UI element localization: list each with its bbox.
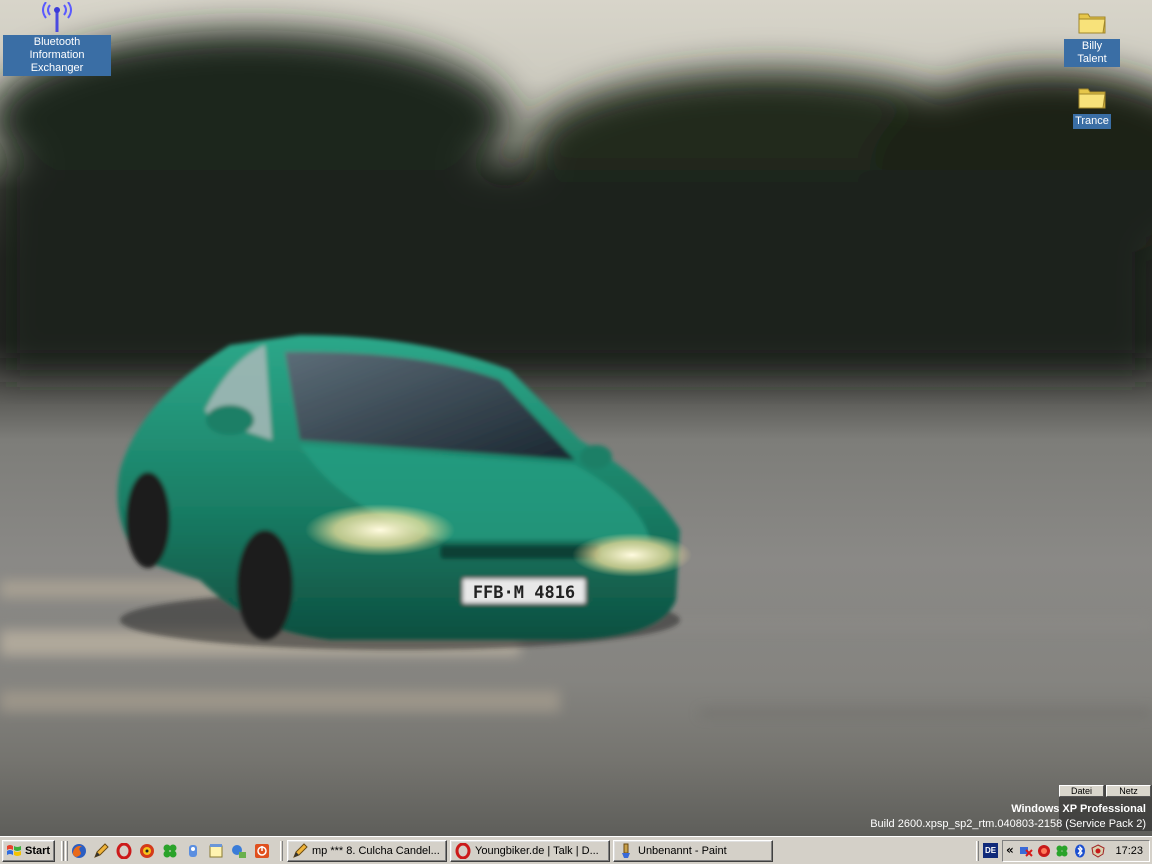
opera-icon[interactable] — [116, 843, 132, 859]
toolbar-grip[interactable] — [976, 841, 979, 861]
media-icon[interactable] — [185, 843, 201, 859]
tray-expand-chevron-icon[interactable]: « — [1006, 843, 1014, 857]
bluetooth-antenna-icon — [42, 2, 72, 32]
folder-icon — [1078, 88, 1106, 109]
cd-burn-icon[interactable] — [139, 843, 155, 859]
windows-logo-icon — [7, 845, 21, 856]
language-indicator[interactable]: DE — [983, 843, 998, 858]
windows-build-string: Build 2600.xpsp_sp2_rtm.040803-2158 (Ser… — [870, 818, 1146, 830]
bluetooth-icon[interactable] — [1073, 844, 1087, 858]
desktop-icon-billy-talent[interactable]: Billy Talent — [1064, 6, 1120, 67]
notepad-icon[interactable] — [208, 843, 224, 859]
pencil-icon — [293, 843, 308, 858]
folder-icon — [1078, 13, 1106, 34]
desktop-wallpaper: FFB·M 4816 — [0, 0, 1152, 836]
start-button[interactable]: Start — [2, 840, 55, 862]
clover-icon[interactable] — [162, 843, 178, 859]
desktop-icon-label: Bluetooth Information Exchanger — [3, 35, 111, 76]
car-shape: FFB·M 4816 — [117, 335, 692, 650]
netz-button[interactable]: Netz — [1106, 785, 1151, 797]
toolbar-grip[interactable] — [280, 841, 283, 861]
network-icon[interactable] — [231, 843, 247, 859]
antivirus-icon[interactable] — [1037, 844, 1051, 858]
toolbar-grip[interactable] — [61, 841, 64, 861]
taskbar-button-youngbiker[interactable]: Youngbiker.de | Talk | D... — [450, 840, 610, 862]
taskbar-button-mp[interactable]: mp *** 8. Culcha Candel... — [287, 840, 447, 862]
power-icon[interactable] — [254, 843, 270, 859]
desktop-icon-bluetooth[interactable]: Bluetooth Information Exchanger — [3, 2, 111, 76]
system-tray: « 17:23 — [1002, 840, 1150, 862]
taskbar-button-paint[interactable]: Unbenannt - Paint — [613, 840, 773, 862]
clock[interactable]: 17:23 — [1115, 845, 1143, 857]
opera-icon — [455, 843, 471, 859]
windows-version-title: Windows XP Professional — [1011, 803, 1146, 815]
firefox-icon[interactable] — [71, 843, 87, 859]
wallpaper-drawing: FFB·M 4816 — [0, 30, 1152, 716]
taskbar-button-label: Unbenannt - Paint — [638, 845, 727, 857]
network-disconnected-icon[interactable] — [1019, 844, 1033, 858]
start-label: Start — [25, 845, 51, 857]
desktop-icon-trance[interactable]: Trance — [1064, 81, 1120, 129]
security-alert-icon[interactable] — [1091, 844, 1105, 858]
taskbar: Start mp *** 8. Culcha Candel... Youngbi… — [0, 836, 1152, 864]
clover-icon[interactable] — [1055, 844, 1069, 858]
paint-icon — [622, 843, 630, 858]
desktop-icon-label: Trance — [1073, 114, 1111, 129]
toolbar-grip[interactable] — [65, 841, 68, 861]
pencil-icon[interactable] — [93, 843, 109, 859]
taskbar-button-label: mp *** 8. Culcha Candel... — [312, 845, 440, 857]
desktop-icon-label: Billy Talent — [1064, 39, 1120, 67]
license-plate-text: FFB·M 4816 — [473, 583, 575, 603]
datei-button[interactable]: Datei — [1059, 785, 1104, 797]
taskbar-button-label: Youngbiker.de | Talk | D... — [475, 845, 599, 857]
